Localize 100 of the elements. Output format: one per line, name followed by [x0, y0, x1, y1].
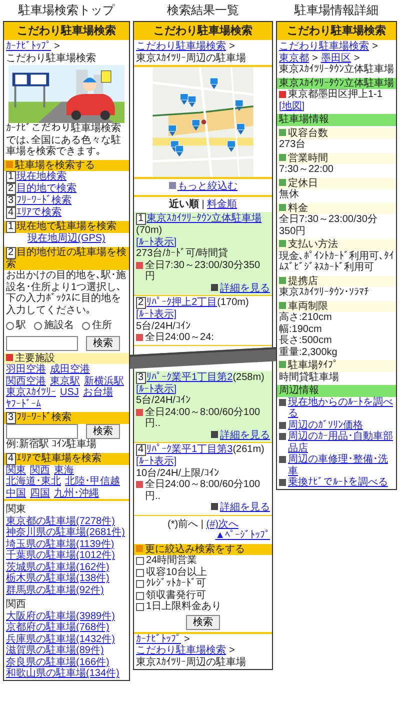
menu-link[interactable]: 目的地で検索 — [16, 183, 77, 194]
page-top-link[interactable]: ▲ﾍﾟｰｼﾞﾄｯﾌﾟ — [215, 530, 270, 542]
detail-link[interactable]: 詳細を見る — [220, 502, 270, 514]
spec-text: 273台/ｶｰﾄﾞ可/時間貸 — [136, 248, 230, 260]
checkbox-option[interactable]: ｸﾚｼﾞｯﾄｶｰﾄﾞ可 — [134, 578, 272, 590]
menu-link[interactable]: ｴﾘｱで検索 — [16, 207, 62, 218]
facility-link[interactable]: 東京駅 — [50, 376, 80, 388]
checkbox-option[interactable]: 24時間営業 — [134, 555, 272, 567]
search-button[interactable]: 検索 — [186, 614, 220, 630]
example-text: 例:新宿駅 ｺｲﾝ駐車場 — [5, 439, 98, 451]
detail-link[interactable]: 詳細を見る — [220, 430, 270, 441]
checkbox-option[interactable]: 領収書発行可 — [134, 590, 272, 602]
prefecture-link[interactable]: 埼玉県の駐車場(1139件) — [6, 538, 114, 550]
region-link[interactable]: 九州･沖縄 — [54, 488, 99, 500]
square-icon — [279, 128, 286, 136]
menu-link[interactable]: 現在地検索 — [16, 171, 67, 182]
facility-link[interactable]: USJ — [60, 387, 79, 399]
number-icon: 1 — [6, 171, 16, 184]
facility-link[interactable]: ﾔﾌｰﾄﾞｰﾑ — [6, 398, 41, 410]
menu-link[interactable]: ﾌﾘｰﾜｰﾄﾞ検索 — [16, 195, 72, 206]
route-link[interactable]: [ﾙｰﾄ表示] — [136, 236, 177, 248]
facility-link[interactable]: 成田空港 — [50, 364, 90, 376]
prefecture-link[interactable]: 滋賀県の駐車場(89件) — [6, 645, 104, 656]
number-icon: 2 — [6, 246, 16, 259]
nearby-link[interactable]: 周辺のｶﾞｿﾘﾝ価格 — [288, 420, 363, 432]
section-heading: 1 現在地で駐車場を検索 — [4, 221, 129, 234]
address-text: 東京都墨田区押上1-1 — [288, 89, 382, 100]
sort-option[interactable]: 料金順 — [207, 198, 238, 210]
region-link[interactable]: 四国 — [30, 488, 50, 500]
app-header: こだわり駐車場検索 — [277, 22, 396, 40]
prefecture-link[interactable]: 茨城県の駐車場(162件) — [6, 562, 110, 573]
route-link[interactable]: [ﾙｰﾄ表示] — [136, 384, 177, 395]
search-field[interactable] — [6, 424, 78, 440]
parking-name-link[interactable]: ﾘﾊﾟｰｸ業平1丁目第2 — [146, 372, 233, 384]
radio-option[interactable]: 駅 — [6, 320, 26, 332]
breadcrumb-link[interactable]: 東京都 — [279, 52, 309, 64]
breadcrumb-link[interactable]: こだわり駐車場検索 — [136, 41, 226, 53]
region-link[interactable]: 中国 — [6, 488, 26, 500]
parking-name-link[interactable]: ﾘﾊﾟｰｸ業平1丁目第3 — [146, 444, 233, 456]
prefecture-link[interactable]: 千葉県の駐車場(1012件) — [6, 550, 115, 562]
number-icon: 2 — [6, 183, 16, 196]
search-field[interactable] — [6, 336, 78, 351]
prefecture-link[interactable]: 栃木県の駐車場(138件) — [6, 573, 110, 584]
nearby-link[interactable]: 乗換ﾅﾋﾞでﾙｰﾄを調べる — [288, 477, 388, 489]
prefecture-link[interactable]: 東京都の駐車場(7278件) — [6, 516, 115, 527]
prefecture-link[interactable]: 神奈川県の駐車場(2681件) — [6, 527, 125, 538]
breadcrumb-current: こだわり駐車場検索 — [6, 52, 96, 64]
section-heading: 2 目的地付近の駐車場を検索 — [4, 246, 129, 270]
price-text: 全日24:00～8:00/60分100円.. — [145, 406, 262, 430]
square-icon — [279, 204, 286, 211]
radio-option[interactable]: 住所 — [82, 320, 112, 332]
distance-text: (70m) — [136, 225, 162, 236]
breadcrumb-link[interactable]: こだわり駐車場検索 — [279, 41, 369, 53]
description-text: お出かけの目的地を､駅･施設名･住所より1つ選択し､下の入力ﾎﾞｯｸｽに目的地を入力してください｡ — [5, 270, 127, 316]
checkbox-option[interactable]: 収容10台以上 — [134, 566, 272, 578]
region-link[interactable]: 北海道･東北 — [6, 476, 61, 488]
region-link[interactable]: 関東 — [6, 464, 26, 476]
prefecture-link[interactable]: 群馬県の駐車場(92件) — [6, 584, 104, 596]
facility-link[interactable]: お台場 — [82, 387, 113, 399]
field-value: 高さ:210cm 幅:190cm 長さ:500cm 重量:2,300kg — [278, 312, 338, 358]
breadcrumb-link[interactable]: こだわり駐車場検索 — [136, 645, 226, 657]
sort-separator: | — [200, 198, 206, 210]
region-link[interactable]: 東海 — [54, 464, 74, 476]
radio-option[interactable]: 施設名 — [34, 320, 74, 332]
nearby-link[interactable]: 周辺の車修理･整備･洗車 — [288, 454, 394, 478]
detail-link[interactable]: 詳細を見る — [220, 282, 270, 294]
search-button[interactable]: 検索 — [86, 424, 120, 440]
nearby-link[interactable]: 周辺のｶｰ用品･自動車部品店 — [288, 431, 394, 454]
route-link[interactable]: [ﾙｰﾄ表示] — [136, 456, 177, 468]
route-link[interactable]: [ﾙｰﾄ表示] — [136, 309, 177, 320]
facility-link[interactable]: 羽田空港 — [6, 364, 46, 376]
region-link[interactable]: 関西 — [30, 464, 50, 476]
gps-link[interactable]: 現在地周辺(GPS) — [28, 233, 106, 244]
parking-name-link[interactable]: ﾘﾊﾟｰｸ押上2丁目 — [146, 297, 218, 309]
search-button[interactable]: 検索 — [86, 336, 120, 351]
square-icon — [279, 276, 286, 284]
checkbox-option[interactable]: 1日上限料金あり — [134, 601, 272, 613]
prefecture-link[interactable]: 大阪府の駐車場(3989件) — [6, 610, 115, 622]
facility-link[interactable]: 関西空港 — [6, 376, 46, 388]
field-value: 273台 — [278, 139, 307, 151]
next-link[interactable]: (#)次へ — [206, 518, 238, 530]
bullet-icon — [279, 422, 286, 429]
square-icon — [279, 178, 286, 186]
prefecture-link[interactable]: 兵庫県の駐車場(1432件) — [6, 634, 115, 645]
prefecture-link[interactable]: 和歌山県の駐車場(134件) — [6, 668, 120, 680]
map-link[interactable]: [地図] — [279, 100, 305, 112]
parking-name-link[interactable]: 東京ｽｶｲﾂﾘｰﾀｳﾝ立体駐車場 — [146, 213, 262, 225]
breadcrumb-link[interactable]: ｶｰﾅﾋﾞﾄｯﾌﾟ — [6, 41, 51, 53]
facility-link[interactable]: 東京ｽｶｲﾂﾘｰ — [6, 387, 56, 399]
nearby-link[interactable]: 現在地からのﾙｰﾄを調べる — [288, 396, 394, 420]
section-heading: 支払い方法 — [277, 239, 396, 251]
prefecture-link[interactable]: 京都府の駐車場(768件) — [6, 622, 110, 634]
prefecture-link[interactable]: 奈良県の駐車場(166件) — [6, 656, 110, 668]
sort-option[interactable]: 近い順 — [168, 198, 199, 210]
refine-link[interactable]: もっと絞込む — [178, 181, 238, 192]
app-header: こだわり駐車場検索 — [4, 22, 129, 40]
breadcrumb-link[interactable]: 墨田区 — [320, 52, 351, 64]
region-link[interactable]: 北陸･甲信越 — [65, 476, 120, 488]
breadcrumb-link[interactable]: ｶｰﾅﾋﾞﾄｯﾌﾟ — [136, 634, 181, 646]
facility-link[interactable]: 新横浜駅 — [84, 376, 124, 388]
